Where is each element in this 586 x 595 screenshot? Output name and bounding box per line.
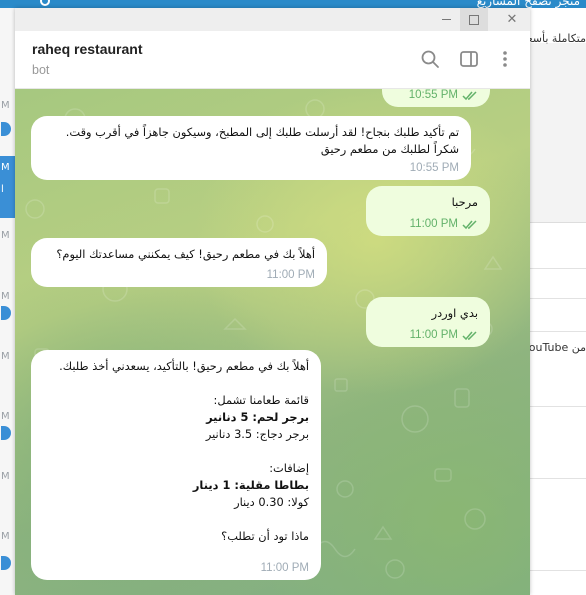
minimize-icon (441, 19, 451, 20)
divider (530, 331, 586, 332)
window-titlebar[interactable]: ✕ (15, 8, 530, 31)
message-meta: 11:00 PM (261, 560, 309, 577)
minimize-button[interactable] (432, 8, 460, 31)
menu-item-bold: برجر لحم: 5 دنانير (206, 410, 309, 424)
background-chat-letter: M (1, 351, 10, 362)
message-text: أهلاً بك في مطعم رحيق! كيف يمكنني مساعدت… (56, 247, 315, 261)
message-time: 10:55 PM (409, 162, 459, 174)
chat-title[interactable]: raheq restaurant (32, 41, 142, 57)
background-unread-badge (1, 122, 11, 136)
background-content-panel: متكاملة بأسعار YouTube من (519, 8, 586, 595)
divider (530, 570, 586, 571)
menu-item: برجر دجاج: 3.5 دنانير (205, 427, 309, 441)
message-text: إضافات: (269, 461, 309, 475)
double-check-icon (462, 90, 477, 100)
background-unread-badge (1, 556, 11, 570)
background-chat-letter: M (1, 230, 10, 241)
background-search-icon (40, 0, 50, 6)
background-unread-badge (1, 426, 11, 440)
background-chat-letter: M (1, 291, 10, 302)
message-text: ماذا تود أن تطلب؟ (221, 529, 309, 543)
divider (530, 268, 586, 269)
background-chat-letter: M (1, 100, 10, 111)
incoming-message[interactable]: أهلاً بك في مطعم رحيق! بالتأكيد، يسعدني … (31, 350, 321, 580)
background-chat-letter: M (1, 531, 10, 542)
message-text: شكراً لطلبك من مطعم رحيق (320, 142, 459, 156)
close-button[interactable]: ✕ (498, 8, 526, 31)
background-topbar-text: متجر تصفح المشاريع (476, 0, 580, 8)
message-time: 11:00 PM (260, 562, 309, 574)
sidebar-panel-icon[interactable] (458, 48, 480, 70)
message-text: تم تأكيد طلبك بنجاح! لقد أرسلت طلبك إلى … (65, 125, 459, 139)
double-check-icon (462, 330, 477, 340)
message-meta: 11:00 PM (267, 267, 315, 284)
outgoing-message[interactable]: 10:55 PM (382, 89, 490, 107)
maximize-button[interactable] (460, 8, 488, 31)
message-time: 11:00 PM (409, 329, 458, 341)
message-text: مرحبا (451, 195, 478, 209)
message-time: 10:55 PM (408, 89, 458, 101)
more-vertical-icon[interactable] (494, 48, 516, 70)
message-meta: 11:00 PM (410, 327, 478, 344)
background-chat-letter: M (1, 411, 10, 422)
incoming-message[interactable]: تم تأكيد طلبك بنجاح! لقد أرسلت طلبك إلى … (31, 116, 471, 180)
incoming-message[interactable]: أهلاً بك في مطعم رحيق! كيف يمكنني مساعدت… (31, 238, 327, 287)
menu-item: كولا: 0.30 دينار (234, 495, 309, 509)
divider (530, 478, 586, 479)
background-selected-chat[interactable]: M ا (0, 156, 15, 218)
message-time: 11:00 PM (409, 218, 458, 230)
message-meta: 10:55 PM (409, 89, 478, 104)
background-window-topbar: متجر تصفح المشاريع (0, 0, 586, 8)
message-text: بدي اوردر (431, 306, 478, 320)
message-time: 11:00 PM (266, 269, 315, 281)
maximize-icon (469, 14, 479, 25)
background-chat-list: M M ا M M M M M M (0, 8, 15, 595)
divider (530, 298, 586, 299)
chat-subtitle: bot (32, 63, 50, 77)
message-meta: 11:00 PM (410, 216, 478, 233)
chat-header: raheq restaurant bot (15, 31, 530, 89)
background-chat-letter: ا (1, 184, 4, 195)
message-text: أهلاً بك في مطعم رحيق! بالتأكيد، يسعدني … (59, 359, 309, 373)
telegram-chat-window: ✕ raheq restaurant bot 10:55 PM تم تأكيد… (15, 8, 530, 595)
background-unread-badge (1, 306, 11, 320)
menu-item-bold: بطاطا مقلية: 1 دينار (192, 478, 309, 492)
message-meta: 10:55 PM (410, 160, 459, 177)
divider (530, 406, 586, 407)
background-content-text: YouTube من (523, 341, 586, 354)
background-chat-letter: M (1, 162, 10, 173)
outgoing-message[interactable]: بدي اوردر 11:00 PM (366, 297, 490, 347)
double-check-icon (462, 219, 477, 229)
search-icon[interactable] (419, 48, 441, 70)
message-text: قائمة طعامنا تشمل: (213, 393, 309, 407)
chat-history[interactable]: 10:55 PM تم تأكيد طلبك بنجاح! لقد أرسلت … (15, 89, 530, 595)
background-chat-letter: M (1, 471, 10, 482)
background-content-block (530, 43, 586, 223)
outgoing-message[interactable]: مرحبا 11:00 PM (366, 186, 490, 236)
